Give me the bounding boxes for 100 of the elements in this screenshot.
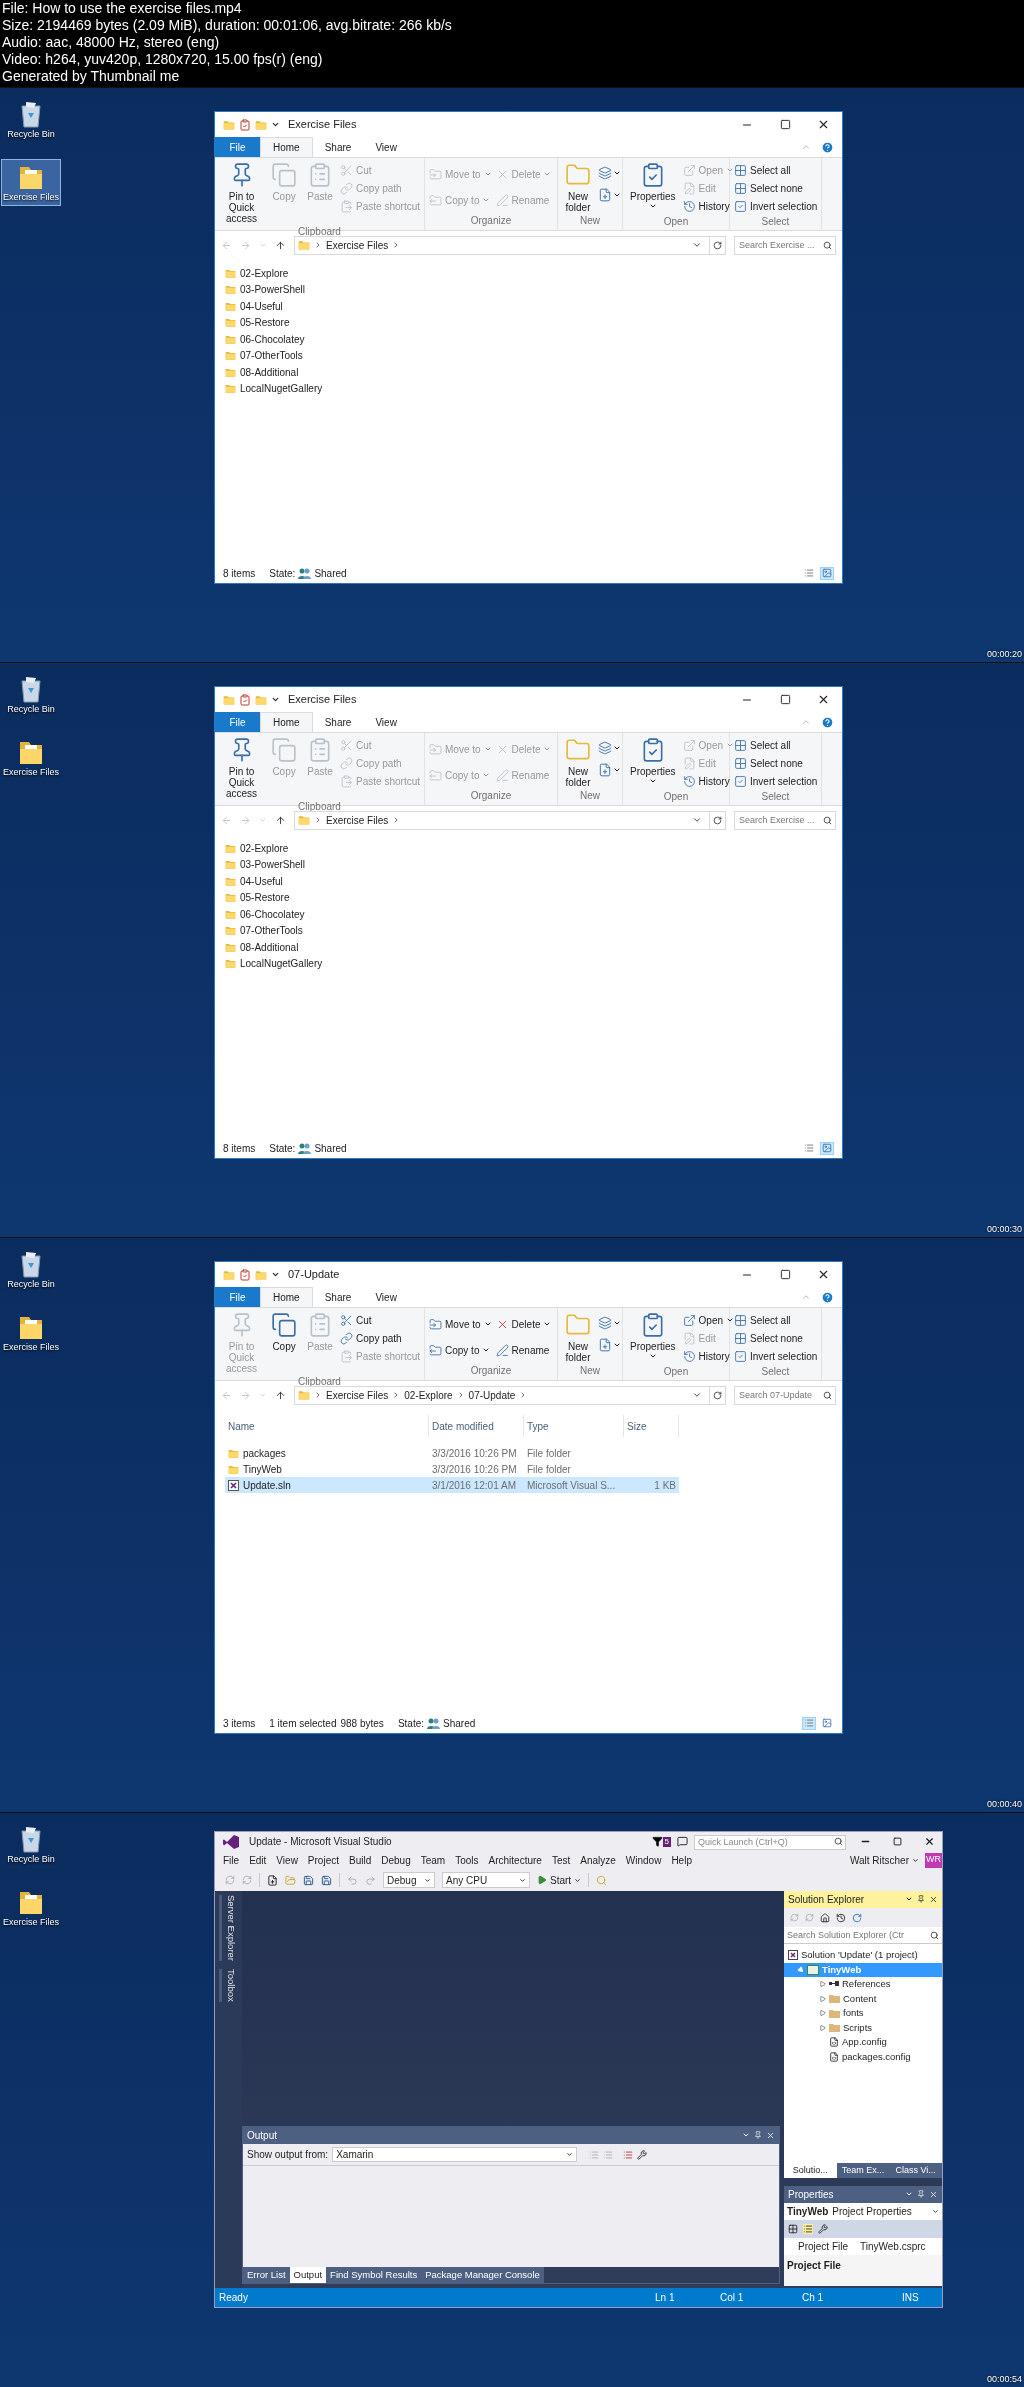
view-button[interactable] <box>802 1141 816 1155</box>
ribbon-tab[interactable]: Home <box>260 712 313 732</box>
ribbon-icon-button[interactable] <box>598 761 621 779</box>
ribbon-button[interactable]: Invert selection <box>734 198 818 214</box>
up-icon[interactable] <box>275 239 286 251</box>
ribbon-tab[interactable]: Share <box>312 712 364 732</box>
ribbon-button[interactable]: Pin to Quick access <box>219 162 265 224</box>
side-tab[interactable]: Toolbox <box>219 1969 238 2002</box>
save-icon[interactable] <box>303 1874 314 1886</box>
folder-name[interactable]: 02-Explore <box>240 840 289 856</box>
ribbon-button[interactable]: Pin to Quick access <box>219 737 265 799</box>
caret-icon[interactable] <box>271 1270 280 1279</box>
column-header[interactable]: Size <box>624 1415 679 1437</box>
ribbon-button[interactable]: New folder <box>562 737 594 788</box>
properties-icon[interactable] <box>239 693 251 706</box>
tree-item[interactable]: References <box>784 1977 942 1992</box>
menu-item[interactable]: Build <box>344 1852 377 1868</box>
view-button[interactable] <box>820 1141 834 1155</box>
close-icon[interactable] <box>929 1895 938 1904</box>
ribbon-button[interactable]: New folder <box>562 162 594 213</box>
notification-flag-icon[interactable] <box>651 1836 663 1847</box>
new-project-icon[interactable] <box>267 1874 278 1886</box>
categorized-icon[interactable] <box>788 2224 798 2234</box>
folder-name[interactable]: 05-Restore <box>240 315 290 331</box>
column-header[interactable]: Date modified <box>429 1415 524 1437</box>
tree-item[interactable]: packages.config <box>784 2049 942 2064</box>
help-icon[interactable] <box>821 140 834 154</box>
menu-item[interactable]: File <box>218 1852 245 1868</box>
folder-name[interactable]: LocalNugetGallery <box>240 381 323 397</box>
ribbon-button[interactable]: Properties <box>627 162 679 210</box>
pin-icon[interactable] <box>917 2190 925 2198</box>
ribbon-button[interactable]: Select all <box>734 737 818 753</box>
ribbon-button[interactable]: New folder <box>562 1312 594 1363</box>
ribbon-tab[interactable]: View <box>363 1287 409 1307</box>
output-tab[interactable]: Output <box>289 2267 327 2283</box>
ribbon-button[interactable]: Select none <box>734 755 818 771</box>
folder-name[interactable]: 06-Chocolatey <box>240 906 305 922</box>
search-field[interactable]: Search Exercise ... <box>734 235 836 255</box>
up-icon[interactable] <box>275 1389 286 1401</box>
folder-name[interactable]: 08-Additional <box>240 939 299 955</box>
help-icon[interactable] <box>821 1290 834 1304</box>
user-avatar[interactable]: WR <box>925 1852 942 1868</box>
menu-item[interactable]: Architecture <box>483 1852 547 1868</box>
ribbon-icon-button[interactable] <box>598 164 621 182</box>
dropdown-icon[interactable] <box>905 1895 913 1903</box>
dropdown-icon[interactable] <box>742 2131 750 2139</box>
ribbon-button[interactable]: Copy to <box>429 1342 492 1358</box>
menu-item[interactable]: Test <box>546 1852 576 1868</box>
clear-icon[interactable] <box>623 2149 634 2160</box>
address-bar[interactable]: Exercise Files 02-Explore 07-Update <box>294 1385 726 1405</box>
folder-name[interactable]: LocalNugetGallery <box>240 956 323 972</box>
ribbon-icon-button[interactable] <box>598 186 621 204</box>
pin-icon[interactable] <box>754 2131 762 2139</box>
alphabetical-icon[interactable] <box>803 2224 813 2234</box>
tree-item[interactable]: App.config <box>784 2035 942 2050</box>
panel-tab[interactable]: Class Vi... <box>889 2163 942 2178</box>
folder-name[interactable]: 08-Additional <box>240 364 299 380</box>
ribbon-button[interactable]: History <box>682 773 735 789</box>
ribbon-tab[interactable]: Home <box>260 137 313 157</box>
breadcrumb[interactable]: Exercise Files <box>326 237 389 253</box>
ribbon-button[interactable]: Select all <box>734 162 818 178</box>
output-tab[interactable]: Package Manager Console <box>421 2267 544 2283</box>
ribbon-tab[interactable]: Share <box>312 1287 364 1307</box>
file-tab[interactable]: File <box>215 712 260 732</box>
menu-item[interactable]: Analyze <box>575 1852 621 1868</box>
ribbon-icon-button[interactable] <box>598 1314 621 1332</box>
platform-dropdown[interactable]: Any CPU <box>442 1872 530 1888</box>
property-pages-icon[interactable] <box>818 2224 828 2234</box>
view-button[interactable] <box>820 1716 834 1730</box>
refresh-button[interactable] <box>709 236 725 254</box>
ribbon-button[interactable]: Select none <box>734 1330 818 1346</box>
menu-item[interactable]: View <box>271 1852 303 1868</box>
configuration-dropdown[interactable]: Debug <box>383 1872 435 1888</box>
view-button[interactable] <box>820 566 834 580</box>
ribbon-button[interactable]: Delete <box>495 1316 552 1332</box>
ribbon-button[interactable]: Properties <box>627 1312 679 1360</box>
ribbon-tab[interactable]: View <box>363 712 409 732</box>
refresh-icon[interactable] <box>852 1912 862 1923</box>
help-icon[interactable] <box>821 715 834 729</box>
object-selector[interactable]: TinyWeb Project Properties <box>784 2203 942 2220</box>
ribbon-button[interactable]: Open <box>682 1312 735 1328</box>
ribbon-button[interactable]: Properties <box>627 737 679 785</box>
ribbon-button[interactable]: Copy path <box>340 1330 420 1346</box>
file-row[interactable]: TinyWeb 3/3/2016 10:26 PM File folder <box>225 1461 679 1477</box>
caret-icon[interactable] <box>271 120 280 129</box>
refresh-button[interactable] <box>709 811 725 829</box>
up-icon[interactable] <box>275 814 286 826</box>
tree-item[interactable]: Scripts <box>784 2020 942 2035</box>
file-tab[interactable]: File <box>215 1287 260 1307</box>
tree-item[interactable]: Content <box>784 1991 942 2006</box>
folder-name[interactable]: 04-Useful <box>240 873 283 889</box>
ribbon-tab[interactable]: Home <box>260 1287 313 1307</box>
refresh-button[interactable] <box>709 1386 725 1404</box>
ribbon-button[interactable]: Cut <box>340 1312 420 1328</box>
ribbon-button[interactable]: Invert selection <box>734 1348 818 1364</box>
caret-icon[interactable] <box>271 695 280 704</box>
column-header[interactable]: Name <box>225 1415 429 1437</box>
ribbon-button[interactable]: Move to <box>429 1316 492 1332</box>
panel-tab[interactable]: Team Ex... <box>836 2163 890 2178</box>
folder-name[interactable]: 06-Chocolatey <box>240 331 305 347</box>
